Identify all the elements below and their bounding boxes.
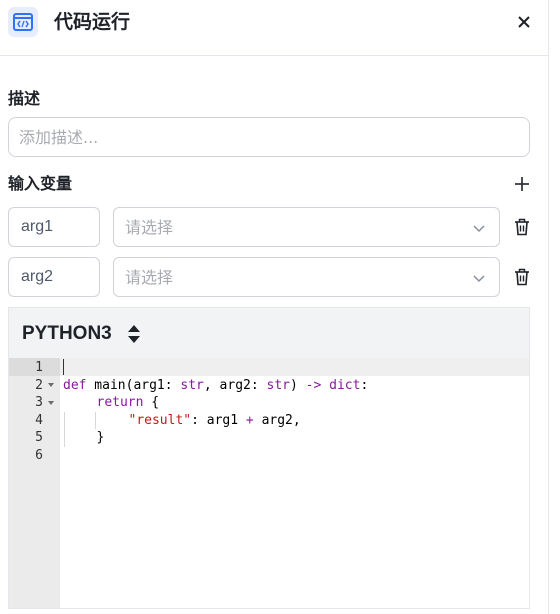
delete-variable-button[interactable] [511, 216, 533, 238]
code-run-panel: 代码运行 描述 输入变量 请选择 [0, 0, 548, 614]
sort-arrows-icon[interactable] [127, 324, 141, 344]
variable-name-input[interactable] [8, 207, 100, 247]
add-variable-button[interactable] [510, 172, 534, 196]
trash-icon [515, 218, 529, 236]
editor-header: PYTHON3 [9, 308, 529, 358]
line-number: 3 [35, 395, 43, 410]
panel-header: 代码运行 [0, 0, 548, 56]
close-icon [518, 16, 530, 28]
trash-icon [515, 268, 529, 286]
language-selector[interactable]: PYTHON3 [22, 322, 112, 346]
text-cursor [63, 359, 64, 375]
panel-title: 代码运行 [54, 11, 131, 33]
line-number: 1 [35, 360, 43, 375]
variable-name-input[interactable] [8, 257, 100, 297]
code-line: def main(arg1: str, arg2: str) -> dict: [63, 377, 369, 393]
active-line-highlight [60, 358, 529, 376]
code-line: } [96, 430, 105, 445]
code-line: "result": arg1 + arg2, [128, 412, 301, 428]
line-number: 6 [35, 447, 43, 463]
fold-arrow-icon[interactable] [47, 399, 55, 407]
close-button[interactable] [512, 10, 536, 34]
description-label: 描述 [8, 89, 41, 108]
panel-edge [548, 0, 549, 614]
indent-guide [95, 411, 96, 429]
description-input[interactable] [8, 117, 530, 157]
fold-arrow-icon[interactable] [47, 381, 55, 389]
plus-icon [515, 177, 529, 191]
code-editor[interactable]: PYTHON3 1 2 3 4 5 6 def main(arg1: str, … [8, 307, 530, 609]
variable-value-select[interactable]: 请选择 [113, 207, 500, 247]
select-placeholder: 请选择 [125, 268, 174, 287]
input-variables-label: 输入变量 [8, 174, 73, 193]
variable-value-select[interactable]: 请选择 [113, 257, 500, 297]
delete-variable-button[interactable] [511, 266, 533, 288]
code-window-icon [8, 7, 38, 37]
line-number: 5 [35, 430, 43, 445]
line-number: 2 [35, 377, 43, 393]
chevron-down-icon [473, 275, 485, 283]
line-number: 4 [35, 412, 43, 428]
select-placeholder: 请选择 [125, 218, 174, 237]
code-line: return { [96, 395, 160, 410]
indent-guide [64, 411, 65, 447]
chevron-down-icon [473, 225, 485, 233]
